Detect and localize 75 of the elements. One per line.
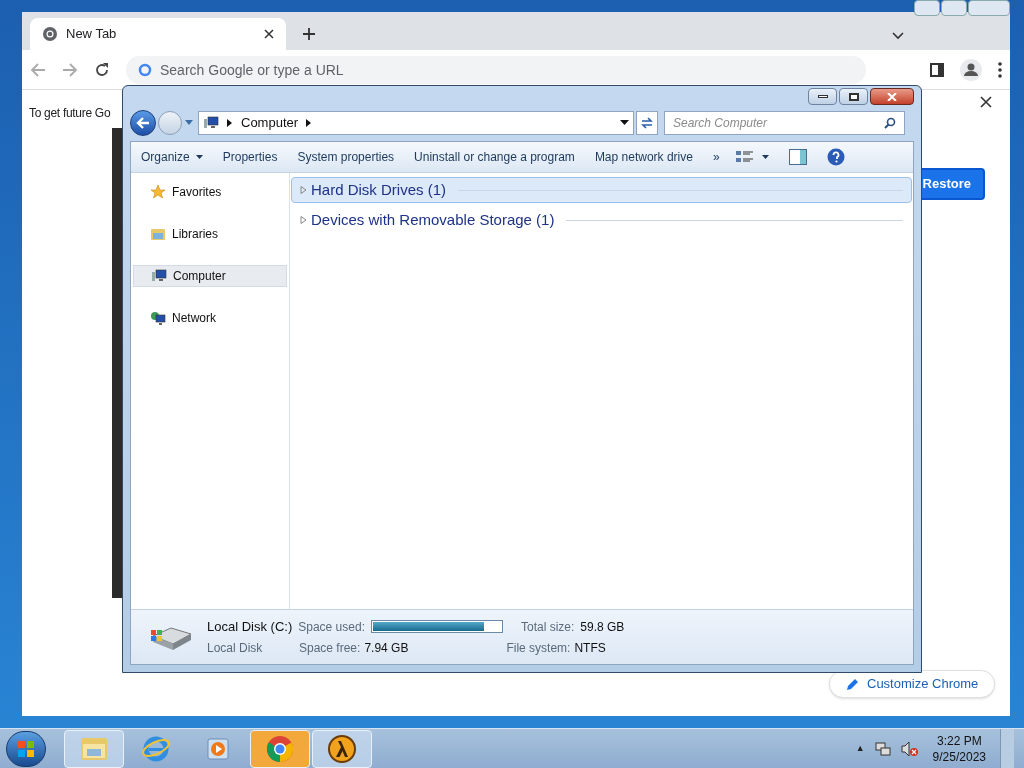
drive-name: Local Disk (C:)	[207, 617, 293, 636]
close-icon[interactable]	[264, 29, 274, 39]
chrome-logo-icon	[42, 26, 58, 42]
breadcrumb-bar[interactable]: Computer	[198, 111, 634, 135]
computer-icon	[151, 268, 167, 284]
search-field[interactable]: Search Computer	[664, 111, 905, 135]
field-value: 59.8 GB	[580, 618, 625, 636]
toolbar-button[interactable]: Map network drive	[594, 148, 693, 166]
preview-pane-icon[interactable]	[788, 149, 807, 165]
tab-title: New Tab	[66, 25, 118, 44]
start-button[interactable]	[6, 730, 46, 767]
group-header[interactable]: Devices with Removable Storage (1)	[291, 207, 912, 233]
chevron-down-icon[interactable]	[892, 32, 904, 40]
caret-right-icon	[300, 186, 307, 194]
drive-type: Local Disk	[207, 640, 264, 658]
side-panel-icon[interactable]	[930, 62, 944, 77]
close-icon[interactable]	[980, 96, 992, 108]
clock[interactable]: 3:22 PM 9/25/2023	[928, 732, 990, 765]
banner-text: To get future Go	[29, 105, 111, 122]
toolbar-button[interactable]: Uninstall or change a program	[414, 148, 575, 166]
media-player-icon	[205, 735, 231, 762]
view-options-icon[interactable]	[735, 150, 754, 164]
more-menu-icon[interactable]	[998, 61, 1002, 78]
field-label: Total size:	[520, 618, 575, 636]
field-value: 7.94 GB	[364, 640, 409, 658]
windows-logo-icon	[17, 739, 35, 758]
breadcrumb-item[interactable]: Computer	[241, 113, 299, 133]
close-icon	[887, 92, 897, 101]
browser-tab[interactable]: New Tab	[30, 18, 286, 50]
chrome-logo-icon	[265, 733, 295, 764]
address-bar[interactable]: Search Google or type a URL	[126, 55, 866, 84]
toolbar-button[interactable]: System properties	[297, 148, 395, 166]
address-placeholder: Search Google or type a URL	[160, 61, 344, 80]
speaker-muted-icon[interactable]	[900, 740, 919, 757]
lambda-logo-icon	[327, 733, 357, 764]
pencil-icon	[846, 677, 859, 691]
network-icon[interactable]	[874, 740, 891, 757]
reload-icon[interactable]	[94, 61, 110, 78]
back-button[interactable]	[130, 110, 156, 136]
field-label: Space used:	[298, 618, 365, 636]
star-icon	[150, 184, 166, 200]
refresh-button[interactable]	[636, 111, 658, 135]
maximize-button[interactable]	[839, 88, 868, 105]
toolbar-button[interactable]: »	[712, 148, 720, 166]
nav-item[interactable]: Network	[133, 307, 287, 329]
network-icon	[150, 310, 166, 326]
caret-icon	[195, 155, 203, 159]
help-icon[interactable]	[826, 148, 845, 166]
arrow-right-icon[interactable]	[306, 119, 313, 127]
new-tab-icon[interactable]	[302, 27, 316, 41]
toolbar-button[interactable]: Organize	[141, 148, 203, 166]
show-hidden-icons-button[interactable]: ▲	[855, 741, 865, 756]
nav-item[interactable]: Favorites	[133, 181, 287, 203]
toolbar-button[interactable]: Properties	[222, 148, 278, 166]
field-label: Space free:	[299, 640, 361, 658]
caret-right-icon	[300, 216, 307, 224]
computer-icon	[203, 115, 219, 131]
caret-icon[interactable]	[761, 155, 769, 159]
refresh-icon	[640, 116, 654, 130]
caret-icon[interactable]	[620, 120, 629, 126]
field-label: File system:	[506, 640, 571, 658]
profile-icon[interactable]	[960, 58, 982, 81]
search-placeholder: Search Computer	[673, 115, 769, 132]
group-header[interactable]: Hard Disk Drives (1)	[291, 177, 912, 203]
close-button[interactable]	[870, 88, 914, 105]
nav-item[interactable]: Libraries	[133, 223, 287, 245]
nav-item[interactable]: Computer	[133, 265, 287, 287]
minimize-button[interactable]	[808, 88, 837, 105]
search-icon	[884, 117, 896, 129]
taskbar-button[interactable]	[312, 729, 372, 768]
arrow-right-icon[interactable]	[227, 119, 233, 127]
back-arrow-icon	[136, 117, 150, 129]
field-value: NTFS	[574, 640, 606, 658]
customize-chrome-button[interactable]: Customize Chrome	[829, 670, 996, 698]
folder-icon	[150, 226, 166, 242]
